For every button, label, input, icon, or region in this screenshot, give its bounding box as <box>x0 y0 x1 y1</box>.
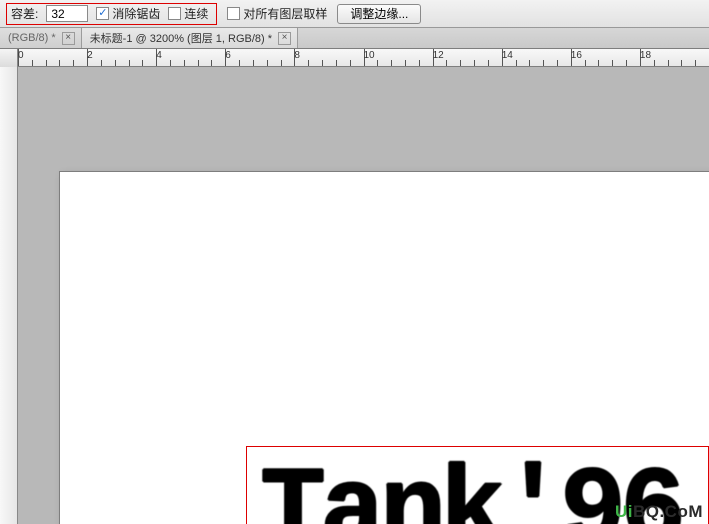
horizontal-ruler[interactable]: 02468101214161820 <box>18 49 709 66</box>
anti-alias-checkbox[interactable]: ✓ <box>96 7 109 20</box>
tolerance-label: 容差: <box>11 5 38 22</box>
refine-edge-button[interactable]: 调整边缘... <box>337 4 421 24</box>
watermark-rest: BQ.CoM <box>633 502 703 521</box>
tolerance-input[interactable] <box>46 5 88 22</box>
ruler-label: 2 <box>87 50 93 61</box>
ruler-label: 8 <box>294 50 300 61</box>
watermark: UiBQ.CoM <box>615 502 703 522</box>
document-tab-1[interactable]: 未标题-1 @ 3200% (图层 1, RGB/8) * × <box>82 28 298 48</box>
sample-all-layers-checkbox-wrap[interactable]: 对所有图层取样 <box>227 5 327 22</box>
contiguous-checkbox[interactable] <box>168 7 181 20</box>
options-bar: 容差: ✓ 消除锯齿 连续 对所有图层取样 调整边缘... <box>0 0 709 28</box>
anti-alias-checkbox-wrap[interactable]: ✓ 消除锯齿 <box>96 5 160 22</box>
vertical-ruler[interactable] <box>0 67 18 524</box>
ruler-label: 6 <box>225 50 231 61</box>
ruler-corner <box>0 49 18 67</box>
sample-all-layers-label: 对所有图层取样 <box>243 5 327 22</box>
close-icon[interactable]: × <box>62 32 75 45</box>
ruler-label: 4 <box>156 50 162 61</box>
ruler-label: 18 <box>640 50 651 61</box>
document-tab-0[interactable]: (RGB/8) * × <box>0 28 82 48</box>
ruler-label: 10 <box>364 50 375 61</box>
document-tab-0-title: (RGB/8) * <box>8 32 56 44</box>
ruler-label: 14 <box>502 50 513 61</box>
watermark-green: Ui <box>615 502 633 521</box>
close-icon[interactable]: × <box>278 32 291 45</box>
contiguous-label: 连续 <box>184 5 208 22</box>
sample-all-layers-checkbox[interactable] <box>227 7 240 20</box>
ruler-row: 02468101214161820 <box>0 49 709 67</box>
workspace: Tank'96 UiBQ.CoM <box>0 67 709 524</box>
anti-alias-label: 消除锯齿 <box>112 5 160 22</box>
tolerance-group-highlight: 容差: ✓ 消除锯齿 连续 <box>6 3 217 25</box>
ruler-label: 16 <box>571 50 582 61</box>
contiguous-checkbox-wrap[interactable]: 连续 <box>168 5 208 22</box>
document-tabs: (RGB/8) * × 未标题-1 @ 3200% (图层 1, RGB/8) … <box>0 28 709 49</box>
ruler-label: 0 <box>18 50 24 61</box>
ruler-label: 12 <box>433 50 444 61</box>
document-tab-1-title: 未标题-1 @ 3200% (图层 1, RGB/8) * <box>90 30 272 46</box>
